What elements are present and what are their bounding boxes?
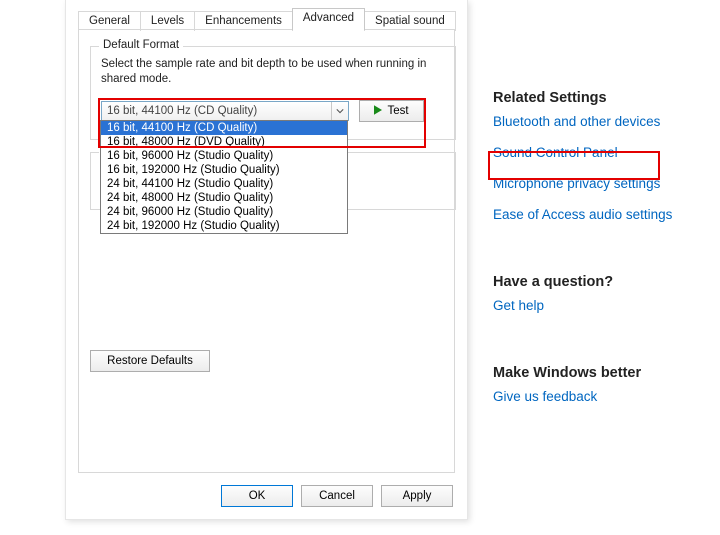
apply-button[interactable]: Apply — [381, 485, 453, 507]
tab-panel — [78, 29, 455, 473]
link-sound-control-panel[interactable]: Sound Control Panel — [493, 145, 703, 160]
related-settings-heading: Related Settings — [493, 90, 703, 106]
dropdown-option[interactable]: 24 bit, 96000 Hz (Studio Quality) — [101, 205, 347, 219]
sample-rate-dropdown[interactable]: 16 bit, 44100 Hz (CD Quality) 16 bit, 48… — [100, 120, 348, 234]
tab-spatial-sound[interactable]: Spatial sound — [364, 11, 456, 31]
dropdown-option[interactable]: 24 bit, 44100 Hz (Studio Quality) — [101, 177, 347, 191]
dropdown-option[interactable]: 16 bit, 48000 Hz (DVD Quality) — [101, 135, 347, 149]
tab-strip: General Levels Enhancements Advanced Spa… — [78, 8, 455, 30]
dropdown-option[interactable]: 16 bit, 96000 Hz (Studio Quality) — [101, 149, 347, 163]
link-microphone-privacy[interactable]: Microphone privacy settings — [493, 176, 703, 191]
tab-general[interactable]: General — [78, 11, 141, 31]
ok-button[interactable]: OK — [221, 485, 293, 507]
have-a-question-heading: Have a question? — [493, 274, 703, 290]
dropdown-option[interactable]: 24 bit, 192000 Hz (Studio Quality) — [101, 219, 347, 233]
link-ease-of-access-audio[interactable]: Ease of Access audio settings — [493, 207, 703, 222]
settings-sidebar: Related Settings Bluetooth and other dev… — [493, 90, 703, 420]
dropdown-option[interactable]: 24 bit, 48000 Hz (Studio Quality) — [101, 191, 347, 205]
make-windows-better-heading: Make Windows better — [493, 365, 703, 381]
sound-properties-dialog: General Levels Enhancements Advanced Spa… — [65, 0, 468, 520]
tab-advanced[interactable]: Advanced — [292, 8, 365, 30]
link-get-help[interactable]: Get help — [493, 298, 703, 313]
dialog-button-row: OK Cancel Apply — [221, 485, 453, 507]
dropdown-option[interactable]: 16 bit, 192000 Hz (Studio Quality) — [101, 163, 347, 177]
apply-label: Apply — [403, 490, 432, 502]
link-give-feedback[interactable]: Give us feedback — [493, 389, 703, 404]
tab-levels[interactable]: Levels — [140, 11, 195, 31]
cancel-label: Cancel — [319, 490, 355, 502]
cancel-button[interactable]: Cancel — [301, 485, 373, 507]
tab-enhancements[interactable]: Enhancements — [194, 11, 293, 31]
link-bluetooth[interactable]: Bluetooth and other devices — [493, 114, 703, 129]
ok-label: OK — [249, 490, 266, 502]
dropdown-option[interactable]: 16 bit, 44100 Hz (CD Quality) — [101, 121, 347, 135]
